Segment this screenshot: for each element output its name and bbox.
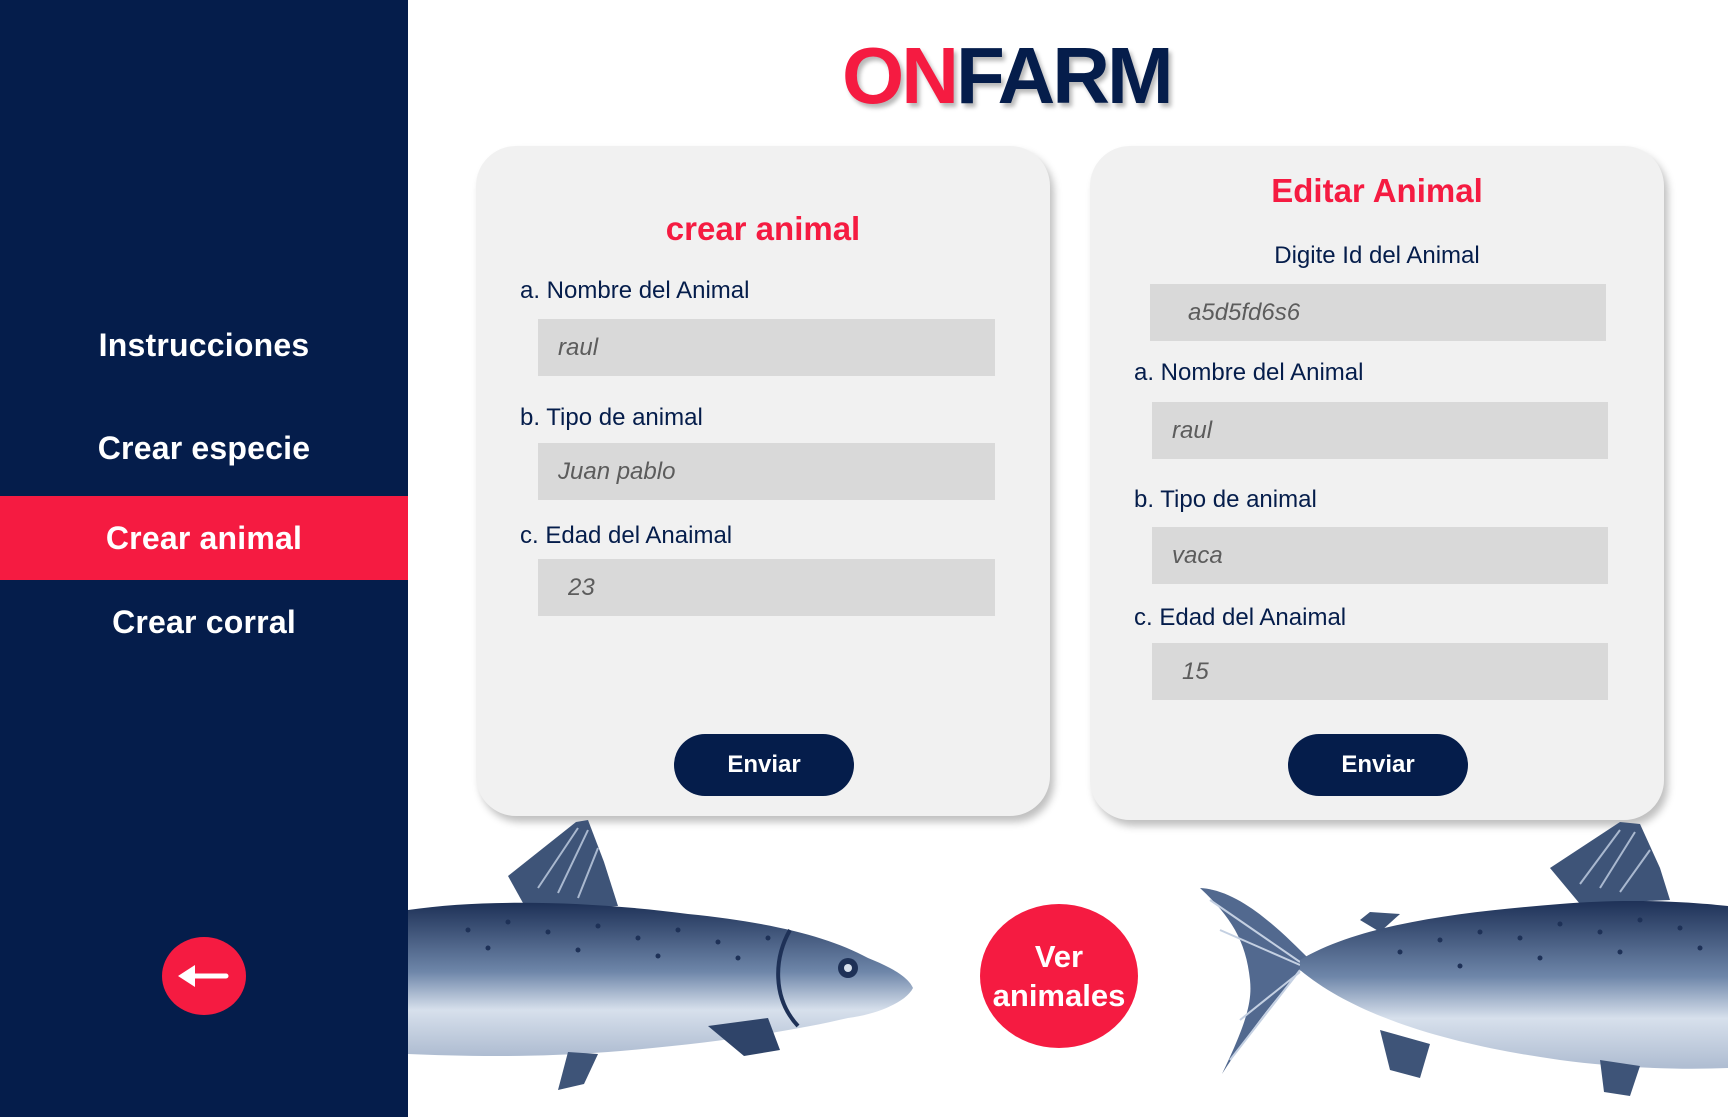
salmon-illustration-right: [1200, 822, 1728, 1096]
onfarm-logo: ONFARM: [842, 36, 1174, 116]
edit-age-input[interactable]: [1152, 643, 1608, 700]
sidebar-item-instrucciones[interactable]: Instrucciones: [0, 303, 408, 387]
sidebar-item-crear-especie[interactable]: Crear especie: [0, 406, 408, 490]
view-animals-button[interactable]: Ver animales: [980, 904, 1138, 1048]
sidebar-item-label: Instrucciones: [98, 326, 310, 363]
edit-id-label: Digite Id del Animal: [1274, 242, 1480, 269]
edit-card-title: Editar Animal: [1271, 172, 1483, 209]
edit-name-input[interactable]: [1152, 402, 1608, 459]
edit-name-label: a. Nombre del Animal: [1134, 359, 1364, 386]
view-animals-line1: Ver: [1034, 939, 1084, 974]
edit-animal-card: Editar Animal Digite Id del Animal a. No…: [1090, 146, 1664, 820]
back-button[interactable]: [162, 937, 246, 1015]
sidebar-item-crear-animal[interactable]: Crear animal: [0, 496, 408, 580]
sidebar-item-label: Crear animal: [105, 519, 303, 556]
edit-submit-button[interactable]: Enviar: [1288, 734, 1468, 796]
sidebar-item-crear-corral[interactable]: Crear corral: [0, 580, 408, 664]
logo-farm: FARM: [956, 31, 1174, 120]
create-name-label: a. Nombre del Animal: [520, 277, 750, 304]
edit-id-input[interactable]: [1150, 284, 1606, 341]
sidebar-item-label: Crear especie: [97, 429, 311, 466]
create-name-input[interactable]: [538, 319, 995, 376]
create-card-title: crear animal: [665, 210, 861, 247]
create-type-input[interactable]: [538, 443, 995, 500]
logo-on: ON: [842, 31, 959, 120]
sidebar: Instrucciones Crear especie Crear animal…: [0, 0, 408, 1117]
create-animal-card: crear animal a. Nombre del Animal b. Tip…: [476, 146, 1050, 816]
create-type-label: b. Tipo de animal: [520, 404, 703, 431]
arrow-left-icon: [178, 965, 229, 987]
create-age-input[interactable]: [538, 559, 995, 616]
view-animals-line2: animales: [992, 978, 1126, 1013]
create-submit-button[interactable]: Enviar: [674, 734, 854, 796]
edit-type-label: b. Tipo de animal: [1134, 486, 1317, 513]
create-age-label: c. Edad del Anaimal: [520, 522, 733, 549]
edit-age-label: c. Edad del Anaimal: [1134, 604, 1347, 631]
edit-type-input[interactable]: [1152, 527, 1608, 584]
sidebar-item-label: Crear corral: [112, 603, 296, 640]
salmon-illustration-left: [408, 820, 913, 1090]
